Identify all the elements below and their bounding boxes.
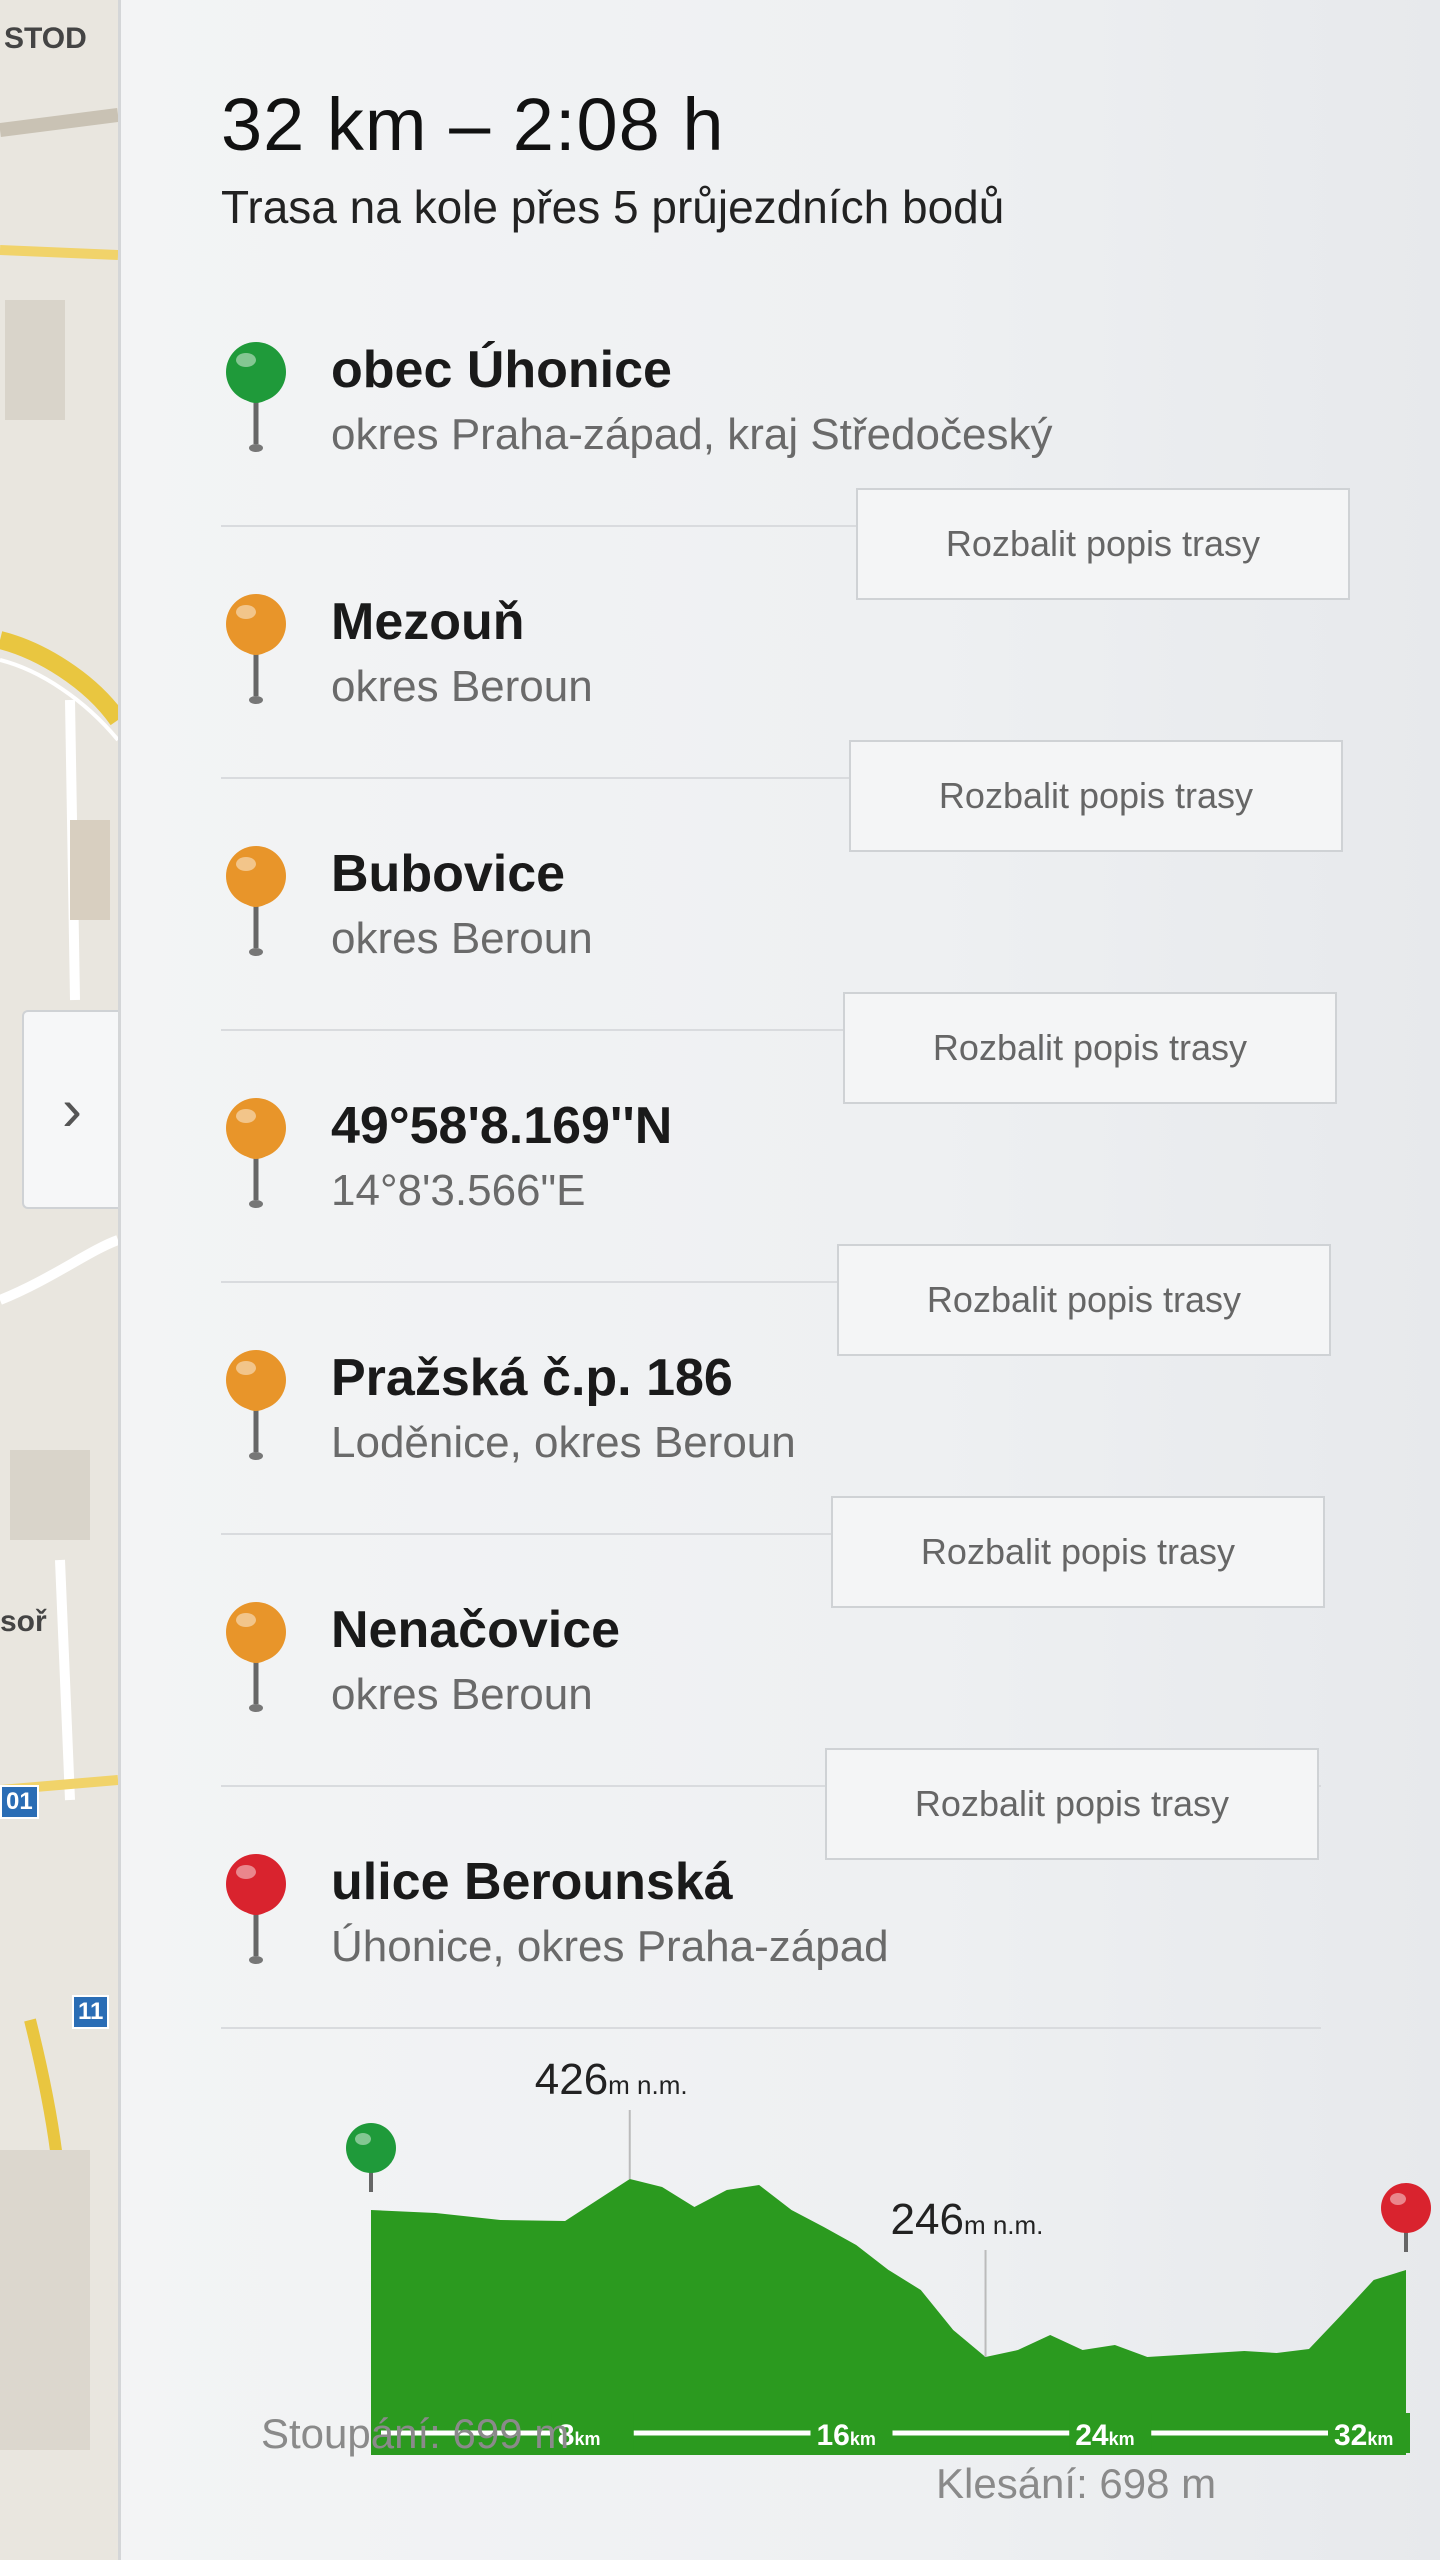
orange-pin-icon <box>226 1602 286 1712</box>
waypoint-name: Mezouň <box>331 593 525 651</box>
waypoint-location: okres Beroun <box>331 1670 593 1719</box>
orange-pin-icon <box>226 846 286 956</box>
map-label-stod: STOD <box>4 22 87 55</box>
collapse-panel-button[interactable]: › <box>22 1010 118 1209</box>
route-panel: 32 km – 2:08 h Trasa na kole přes 5 průj… <box>121 0 1440 2560</box>
waypoint-item[interactable]: 49°58'8.169''N 14°8'3.566"E <box>221 1096 1321 1256</box>
expand-route-description-button[interactable]: Rozbalit popis trasy <box>831 1496 1325 1608</box>
total-climb: Stoupání: 699 m <box>261 2410 570 2457</box>
waypoint-item[interactable]: Pražská č.p. 186 Loděnice, okres Beroun <box>221 1348 1321 1508</box>
elevation-min-unit: m n.m. <box>963 2210 1044 2240</box>
waypoint-name: Bubovice <box>331 845 566 903</box>
red-pin-icon <box>226 1854 286 1964</box>
elevation-max-label: 426m n.m. <box>535 2055 688 2105</box>
waypoint-name: Pražská č.p. 186 <box>331 1349 733 1407</box>
route-summary-subtitle: Trasa na kole přes 5 průjezdních bodů <box>221 181 1005 233</box>
green-pin-icon <box>226 342 286 452</box>
map-strip[interactable]: STOD soř 01 11 › <box>0 0 121 2560</box>
waypoint-item[interactable]: Bubovice okres Beroun <box>221 844 1321 1004</box>
road-sign-11: 11 <box>72 1995 110 2029</box>
expand-route-description-button[interactable]: Rozbalit popis trasy <box>849 740 1343 852</box>
waypoint-location: 14°8'3.566"E <box>331 1166 586 1215</box>
orange-pin-icon <box>226 1098 286 1208</box>
chevron-right-icon: › <box>62 1076 82 1143</box>
map-label-sor: soř <box>0 1605 47 1638</box>
waypoint-name: Nenačovice <box>331 1601 621 1659</box>
waypoint-divider <box>221 2027 1321 2029</box>
elevation-min-value: 246 <box>890 2195 964 2244</box>
elevation-max-value: 426 <box>534 2055 609 2104</box>
map-background <box>0 0 118 2560</box>
elevation-profile: 8km 16km 24km 32km 426m n.m. 246m n.m. <box>221 2055 1440 2535</box>
waypoint-name: 49°58'8.169''N <box>331 1097 673 1155</box>
orange-pin-icon <box>226 1350 286 1460</box>
end-pin-icon <box>1381 2183 1431 2252</box>
start-pin-icon <box>346 2123 396 2192</box>
waypoint-location: Úhonice, okres Praha-západ <box>331 1922 889 1971</box>
waypoint-item[interactable]: Nenačovice okres Beroun <box>221 1600 1321 1760</box>
route-summary-title: 32 km – 2:08 h <box>221 83 725 166</box>
elevation-min-label: 246m n.m. <box>891 2195 1044 2245</box>
road-sign-01: 01 <box>0 1785 39 1819</box>
elevation-max-unit: m n.m. <box>608 2070 688 2100</box>
orange-pin-icon <box>226 594 286 704</box>
waypoint-location: okres Praha-západ, kraj Středočeský <box>331 410 1053 459</box>
total-descent: Klesání: 698 m <box>936 2460 1217 2507</box>
waypoint-location: okres Beroun <box>331 662 593 711</box>
waypoint-item[interactable]: ulice Berounská Úhonice, okres Praha-zápa… <box>221 1852 1321 2012</box>
waypoint-location: okres Beroun <box>331 914 593 963</box>
waypoint-location: Loděnice, okres Beroun <box>331 1418 796 1467</box>
expand-route-description-button[interactable]: Rozbalit popis trasy <box>825 1748 1319 1860</box>
waypoint-item[interactable]: Mezouň okres Beroun <box>221 592 1321 752</box>
expand-route-description-button[interactable]: Rozbalit popis trasy <box>837 1244 1331 1356</box>
waypoint-name: obec Úhonice <box>331 341 672 399</box>
expand-route-description-button[interactable]: Rozbalit popis trasy <box>843 992 1337 1104</box>
expand-route-description-button[interactable]: Rozbalit popis trasy <box>856 488 1350 600</box>
waypoint-item[interactable]: obec Úhonice okres Praha-západ, kraj Stře… <box>221 340 1321 500</box>
waypoint-name: ulice Berounská <box>331 1853 733 1911</box>
